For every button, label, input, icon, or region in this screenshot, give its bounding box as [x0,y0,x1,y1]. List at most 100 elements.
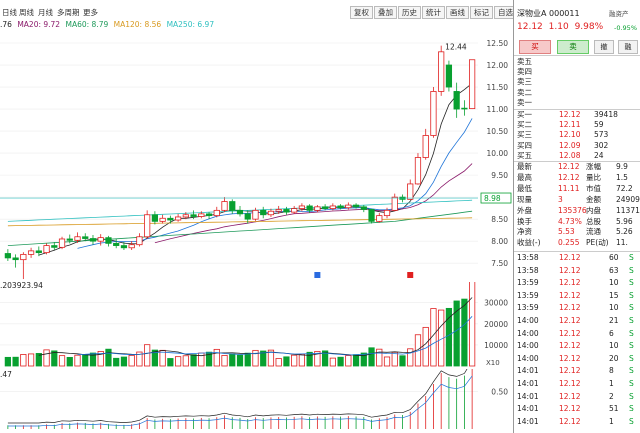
tab-more[interactable]: 更多 [83,7,98,18]
stat-row-cell: 量比 [586,172,601,182]
candle-body [12,257,19,261]
quote-panel: 深物业A 000011 融资产 12.12 1.10 9.98% -0.95% … [514,0,640,433]
tick-row-cell: S [629,316,634,325]
stat-row-cell: 3 [558,194,563,204]
stat-row-cell: 5.53 [558,227,575,237]
tick-row-cell: 6 [609,328,614,338]
tick-row: 13:59 12.12 10 S [514,303,640,313]
tick-row-cell: 14:01 [517,404,539,414]
tick-row-cell: 13:59 [517,303,539,313]
ask-row: 卖二 [514,88,640,98]
stat-row-cell: 收益(-) [517,238,541,248]
candle-body [66,238,73,241]
volume-bar [469,282,476,367]
stat-row-cell: 9.9 [616,162,628,171]
bid-row-cell: 买二 [517,120,532,130]
margin-pct: -0.95% [614,24,637,32]
stat-row-cell: 最新 [517,162,532,171]
tick-row-cell: 12.12 [559,379,581,388]
candle-body [453,91,460,110]
stat-row-cell: 11.11 [558,183,580,193]
stat-row-cell: 11. [616,238,628,248]
candle-body [337,205,344,209]
tick-row-cell: 14:01 [517,391,539,401]
tab-daily[interactable]: 日线 [2,7,17,18]
candle-body [20,253,27,261]
ask-row-cell: 卖四 [517,67,532,77]
volume-scale: X10 [486,359,500,367]
candle-body [113,242,120,246]
tick-row-cell: 13:59 [517,290,539,300]
candle-body [469,59,476,110]
stat-row-cell: 12.12 [558,172,580,182]
tick-row-cell: 12.12 [559,265,581,275]
y-tick-label: 12.50 [487,39,509,48]
candle-body [43,245,50,254]
mark-button[interactable]: 标记 [470,6,493,19]
tick-row: 14:01 12.12 8 S [514,366,640,376]
buy-button[interactable]: 买 [519,40,551,54]
candle-body [51,245,58,248]
tab-weekly[interactable]: 周线 [19,7,34,18]
volume-bar [399,355,406,367]
volume-bar [252,349,259,367]
volume-bar [12,356,19,367]
cancel-order-button[interactable]: 撤 [594,40,614,54]
indicator-line-1 [7,369,468,424]
tick-row-cell: 15 [609,290,619,300]
adjust-button[interactable]: 复权 [350,6,373,19]
tick-row-cell: S [629,366,634,376]
overlay-button[interactable]: 叠加 [374,6,397,19]
volume-bar [20,354,27,367]
stat-row-cell: PE(动) [586,238,609,248]
candle-body [438,51,445,92]
ma20-line [154,163,473,244]
candle-body [368,209,375,222]
candlestick-chart[interactable]: 12.5012.0011.5011.0010.5010.009.509.008.… [0,20,513,280]
volume-bar [329,357,336,367]
stat-row-cell: 净资 [517,227,532,237]
tab-monthly[interactable]: 月线 [38,7,53,18]
stat-row-cell: 5.26 [616,227,633,237]
stat-row-cell: 5.96 [616,216,633,226]
y-tick-label: 8.00 [491,237,508,246]
bid-row-cell: 12.12 [559,110,581,119]
stat-row-cell: 涨幅 [586,162,601,171]
stats-button[interactable]: 统计 [422,6,445,19]
volume-bar [407,348,414,367]
tick-row-cell: 12.12 [559,278,581,288]
tick-row-cell: S [629,353,634,363]
stat-row-cell: 总股 [586,216,601,226]
candle-body [322,206,329,209]
y-tick-label: 10.00 [487,149,509,158]
candle-body [352,204,360,208]
candle-body [252,209,259,220]
ask-row: 卖三 [514,77,640,87]
bid-row-cell: 302 [594,140,609,150]
tick-row-cell: S [629,328,634,338]
candle-body [128,244,135,249]
draw-button[interactable]: 画线 [446,6,469,19]
tick-row: 14:01 12.12 51 S [514,404,640,414]
volume-bar [461,298,468,367]
tick-row: 13:59 12.12 15 S [514,291,640,301]
sell-button[interactable]: 卖 [557,40,589,54]
tick-row-cell: 12.12 [559,341,581,351]
volume-bar [337,356,344,367]
tick-row-cell: S [629,341,634,351]
indicator-chart[interactable]: 0.50 [0,369,513,433]
candle-body [376,215,383,222]
volume-bar [383,356,391,367]
candle-body [260,209,267,216]
volume-bar [291,354,298,367]
margin-button[interactable]: 融 [618,40,638,54]
volume-chart[interactable]: 30000 20000 10000 X10 [0,282,513,368]
history-button[interactable]: 历史 [398,6,421,19]
volume-tick-label: 20000 [484,320,508,329]
candle-body [360,206,367,210]
stat-row-cell: 135376 [558,205,587,215]
candle-body [267,210,275,216]
tick-row: 14:00 12.12 21 S [514,316,640,326]
candle-body [144,214,151,238]
tab-multi-period[interactable]: 多周期 [57,7,80,18]
